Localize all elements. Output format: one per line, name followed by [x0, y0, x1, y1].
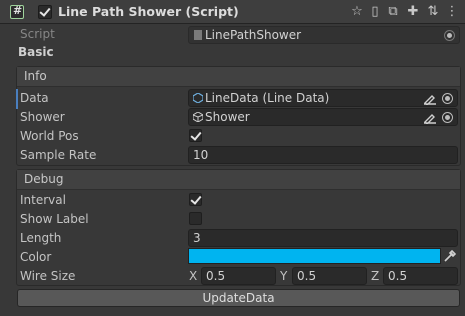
move-icon[interactable]: ✚: [404, 3, 422, 21]
sample-rate-label: Sample Rate: [20, 148, 97, 162]
interval-checkbox[interactable]: [189, 193, 202, 206]
y-axis-label: Y: [280, 269, 288, 283]
script-value: LinePathShower: [205, 28, 302, 42]
wire-size-z-value: 0.5: [388, 269, 408, 283]
length-field[interactable]: 3: [188, 229, 458, 247]
script-file-icon: [194, 30, 202, 40]
more-icon[interactable]: ⋮: [443, 3, 461, 21]
wire-size-x-value: 0.5: [206, 269, 226, 283]
component-title: Line Path Shower (Script): [58, 4, 239, 19]
sample-rate-field[interactable]: 10: [188, 146, 458, 164]
wire-size-y-field[interactable]: 0.5: [292, 267, 367, 285]
length-label: Length: [20, 231, 62, 245]
update-data-button[interactable]: UpdateData: [17, 289, 460, 307]
gameobject-cube-icon: [193, 112, 203, 122]
wire-size-z-field[interactable]: 0.5: [383, 267, 458, 285]
color-swatch-field[interactable]: [188, 248, 441, 264]
shower-value: Shower: [205, 110, 250, 124]
sample-rate-value: 10: [193, 148, 209, 162]
script-label: Script: [20, 27, 55, 41]
eyedropper-icon[interactable]: [443, 249, 457, 263]
show-label-label: Show Label: [20, 212, 89, 226]
length-value: 3: [193, 231, 201, 245]
color-label: Color: [20, 250, 52, 264]
selection-indicator: [16, 89, 18, 109]
component-header: Line Path Shower (Script) ☆ ▯ ⧉ ✚ ⇅ ⋮: [0, 0, 465, 24]
world-pos-checkbox[interactable]: [189, 129, 202, 142]
scriptable-object-icon: [193, 93, 203, 103]
script-field: LinePathShower: [188, 26, 460, 44]
settings-slider-icon[interactable]: ⇅: [424, 3, 442, 21]
data-label: Data: [20, 91, 49, 105]
layout-icon[interactable]: ⧉: [384, 3, 402, 21]
object-picker-icon: [444, 30, 455, 41]
data-value: LineData (Line Data): [205, 91, 330, 105]
wire-size-y-value: 0.5: [297, 269, 317, 283]
shower-object-field[interactable]: Shower: [188, 108, 458, 126]
interval-label: Interval: [20, 193, 66, 207]
world-pos-label: World Pos: [20, 129, 79, 143]
component-enabled-checkbox[interactable]: [38, 5, 52, 19]
wire-size-x-field[interactable]: 0.5: [201, 267, 276, 285]
object-picker-icon[interactable]: [442, 112, 453, 123]
info-title: Info: [24, 69, 47, 83]
edit-pen-icon[interactable]: [423, 93, 437, 105]
edit-pen-icon[interactable]: [423, 112, 437, 124]
z-axis-label: Z: [371, 269, 380, 283]
shower-label: Shower: [20, 110, 65, 124]
show-label-checkbox[interactable]: [189, 212, 202, 225]
debug-header[interactable]: Debug: [17, 170, 460, 190]
script-icon: [10, 4, 24, 19]
basic-heading: Basic: [18, 45, 54, 59]
question-icon[interactable]: ☆: [348, 3, 366, 21]
data-object-field[interactable]: LineData (Line Data): [188, 89, 458, 107]
info-header[interactable]: Info: [17, 67, 460, 87]
x-axis-label: X: [189, 269, 198, 283]
object-picker-icon[interactable]: [442, 93, 453, 104]
debug-title: Debug: [24, 172, 64, 186]
preset-icon[interactable]: ▯: [366, 3, 384, 21]
wire-size-label: Wire Size: [20, 269, 76, 283]
